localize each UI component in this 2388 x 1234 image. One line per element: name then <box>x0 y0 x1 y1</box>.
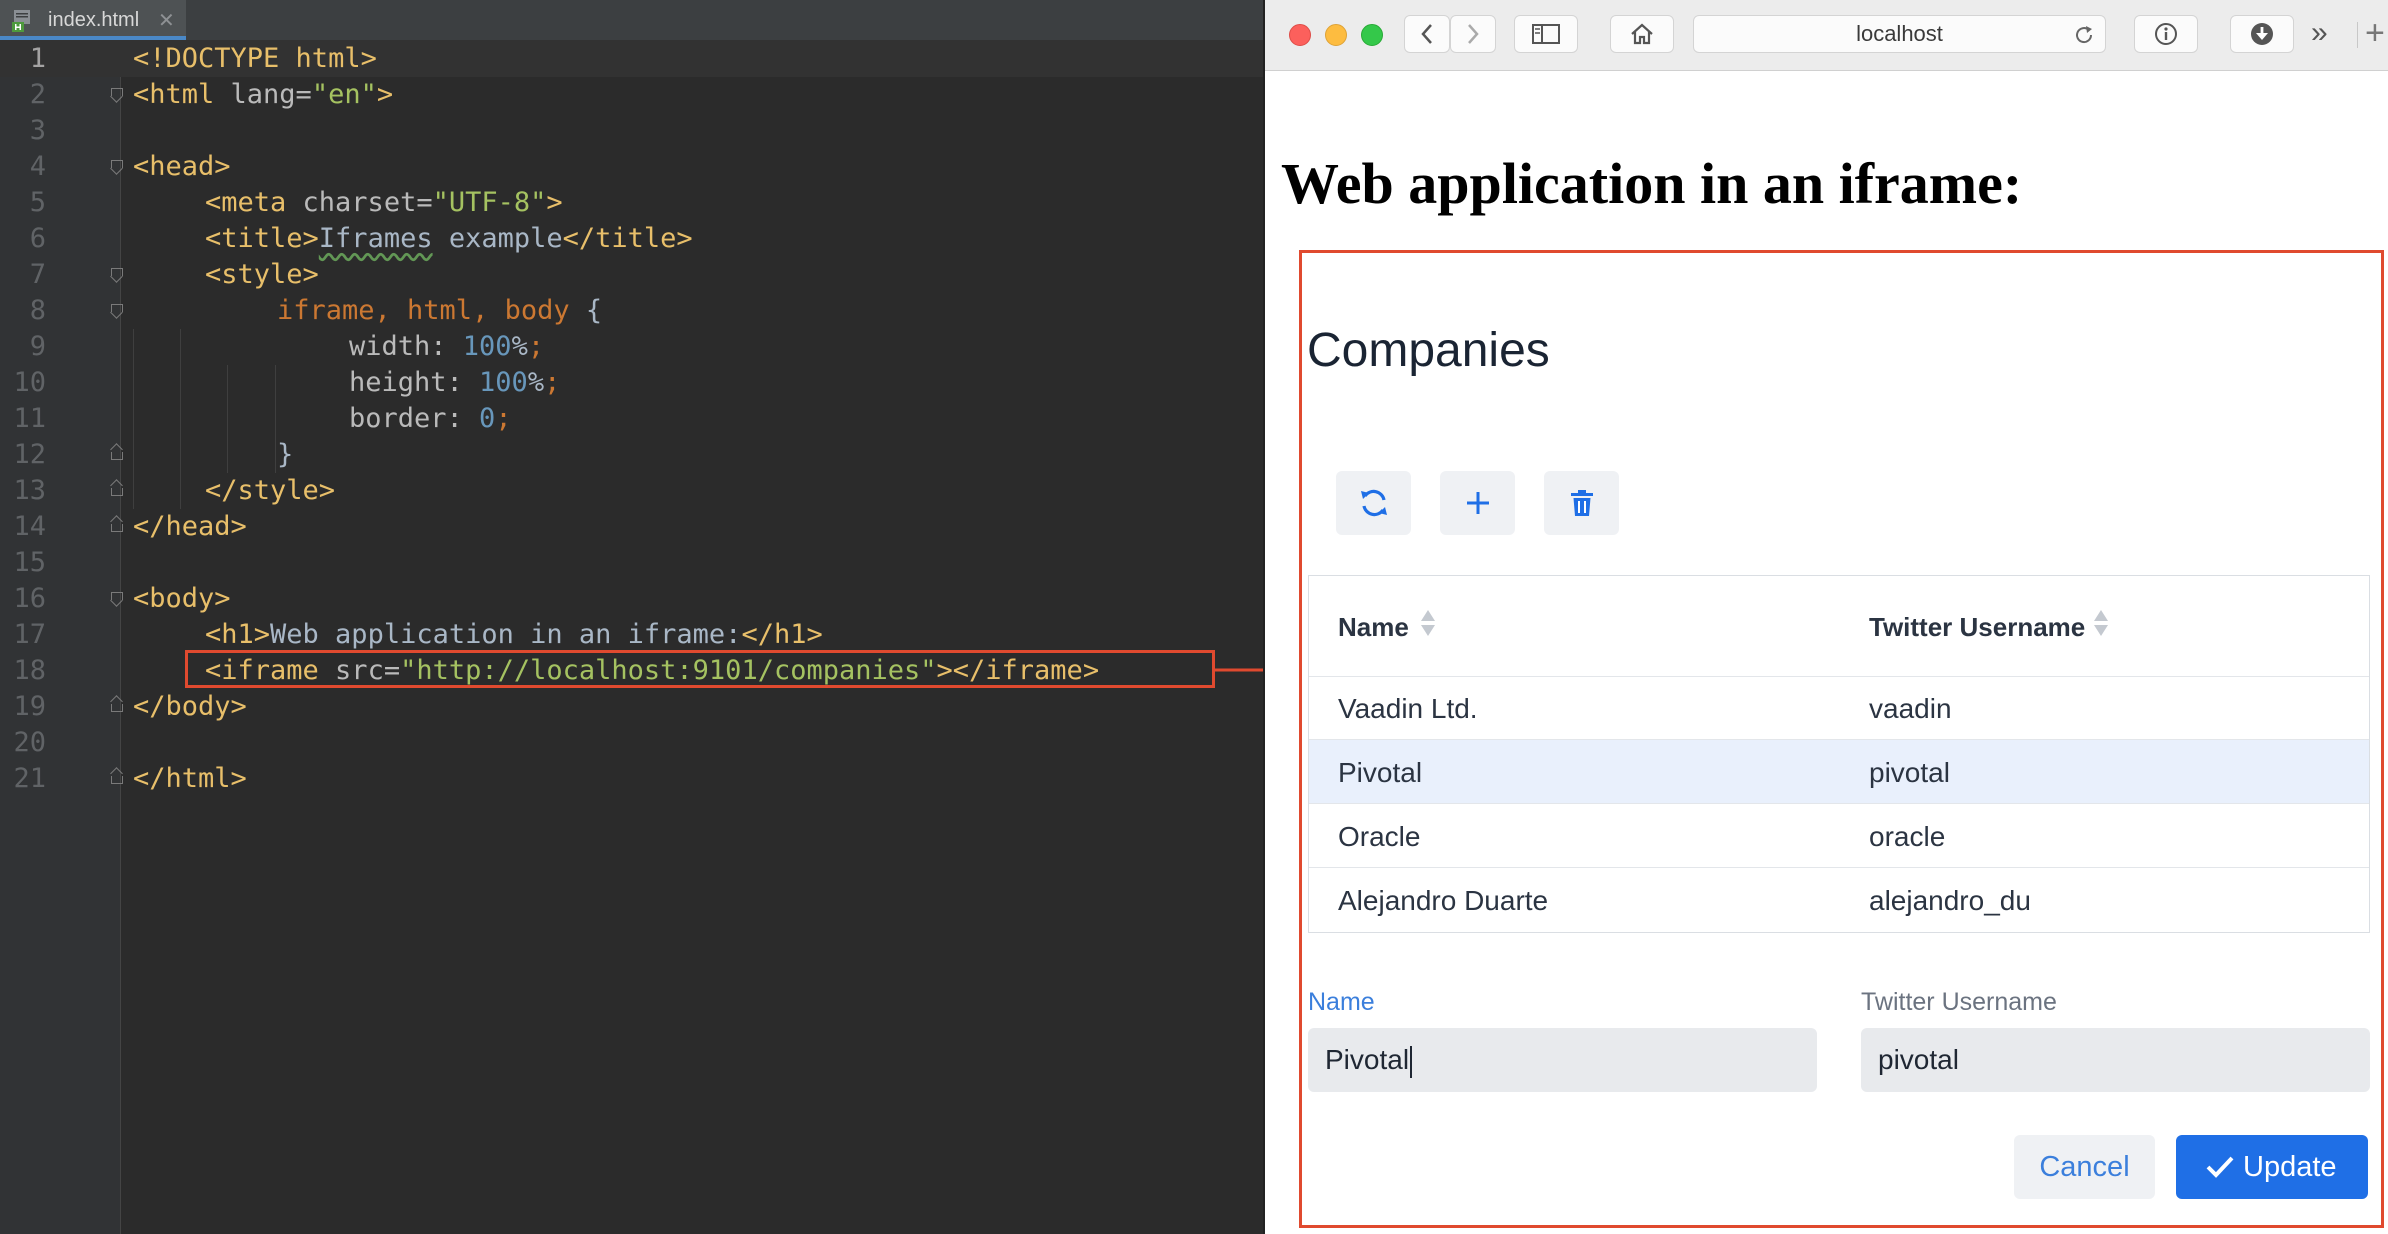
code-line: 6 <title>Iframes example</title> <box>29 223 693 254</box>
update-button-label: Update <box>2243 1151 2337 1183</box>
window-zoom-button[interactable] <box>1361 24 1383 46</box>
page-info-button[interactable] <box>2134 15 2198 53</box>
name-field-label: Name <box>1308 988 1375 1016</box>
code-line: 8 iframe, html, body { <box>29 295 603 326</box>
cell-twitter: pivotal <box>1869 757 1950 788</box>
refresh-icon <box>1360 489 1387 517</box>
code-line: 1 <!DOCTYPE html> <box>0 41 1263 77</box>
browser-window: localhost » + Web application in an ifra… <box>1263 0 2388 1234</box>
cell-twitter: alejandro_du <box>1869 885 2031 916</box>
table-row[interactable]: Pivotal pivotal <box>1309 740 2369 804</box>
chevron-right-icon <box>1468 24 1479 44</box>
sidebar-button[interactable] <box>1514 15 1578 53</box>
cell-name: Pivotal <box>1338 757 1423 788</box>
editor-tab-bar: index.html ✕ <box>0 0 1263 41</box>
trash-icon <box>1570 490 1593 516</box>
html-file-icon <box>12 10 30 32</box>
code-line: 16 <body> <box>13 583 231 614</box>
home-button[interactable] <box>1610 15 1674 53</box>
name-field-value: Pivotal <box>1325 1044 1410 1075</box>
new-tab-icon[interactable]: + <box>2365 14 2385 53</box>
downloads-button[interactable] <box>2230 15 2294 53</box>
fold-toggle-icon[interactable] <box>111 520 123 532</box>
sort-name-icon[interactable] <box>1421 610 1435 638</box>
plus-icon <box>1466 492 1489 514</box>
browser-toolbar: localhost » + <box>1265 0 2388 71</box>
twitter-field-value: pivotal <box>1878 1044 1959 1075</box>
sidebar-icon <box>1532 24 1560 44</box>
column-header-twitter[interactable]: Twitter Username <box>1869 612 2085 643</box>
table-row[interactable]: Vaadin Ltd. vaadin <box>1309 676 2369 740</box>
address-text: localhost <box>1856 21 1943 46</box>
table-row[interactable]: Alejandro Duarte alejandro_du <box>1309 868 2369 932</box>
fold-toggle-icon[interactable] <box>111 268 123 280</box>
address-bar[interactable]: localhost <box>1693 15 2106 53</box>
twitter-field-label: Twitter Username <box>1861 988 2057 1016</box>
code-line: 12 } <box>13 439 294 470</box>
code-line: 20 <box>13 727 46 758</box>
window-minimize-button[interactable] <box>1325 24 1347 46</box>
refresh-button[interactable] <box>1336 471 1411 535</box>
code-line: 7 <style> <box>29 259 319 290</box>
fold-toggle-icon[interactable] <box>111 592 123 604</box>
code-line: 17 <h1>Web application in an iframe:</h1… <box>13 619 823 650</box>
name-field[interactable]: Pivotal <box>1308 1028 1817 1092</box>
reload-icon[interactable] <box>2073 24 2095 46</box>
fold-toggle-icon[interactable] <box>111 160 123 172</box>
code-line: 21 </html> <box>13 763 247 794</box>
checkmark-icon <box>2206 1156 2234 1178</box>
code-line: 4 <head> <box>29 151 231 182</box>
code-line: 14 </head> <box>13 511 247 542</box>
code-line: 19 </body> <box>13 691 247 722</box>
code-line: 15 <box>13 547 46 578</box>
iframe-line-highlight-box <box>185 650 1215 688</box>
cancel-button[interactable]: Cancel <box>2014 1135 2155 1199</box>
download-icon <box>2251 23 2273 45</box>
code-line: 5 <meta charset="UTF-8"> <box>29 187 563 218</box>
table-row[interactable]: Oracle oracle <box>1309 804 2369 868</box>
close-tab-icon[interactable]: ✕ <box>158 8 175 33</box>
cell-name: Vaadin Ltd. <box>1338 693 1478 724</box>
code-line: 2 <html lang="en"> <box>29 79 394 110</box>
cell-twitter: vaadin <box>1869 693 1952 724</box>
code-line: 3 <box>29 115 46 146</box>
cell-name: Oracle <box>1338 821 1421 852</box>
fold-toggle-icon[interactable] <box>111 304 123 316</box>
info-icon <box>2155 23 2177 45</box>
code-line: 11 border: 0; <box>13 403 512 434</box>
cell-twitter: oracle <box>1869 821 1946 852</box>
window-close-button[interactable] <box>1289 24 1311 46</box>
editor-tab-index-html[interactable]: index.html ✕ <box>0 0 186 40</box>
page-heading: Web application in an iframe: <box>1281 151 2023 216</box>
sort-twitter-icon[interactable] <box>2094 610 2108 638</box>
fold-toggle-icon[interactable] <box>111 700 123 712</box>
twitter-username-field[interactable]: pivotal <box>1861 1028 2370 1092</box>
ide-editor: index.html ✕ 1 <!DOCTYPE html> 2 <html l… <box>0 0 1315 1234</box>
code-line: 13 </style> <box>13 475 336 506</box>
overflow-chevron-icon[interactable]: » <box>2311 16 2328 50</box>
companies-title: Companies <box>1307 324 1550 377</box>
back-button[interactable] <box>1404 15 1450 53</box>
text-caret <box>1410 1045 1413 1078</box>
forward-button[interactable] <box>1450 15 1496 53</box>
fold-toggle-icon[interactable] <box>111 88 123 100</box>
fold-toggle-icon[interactable] <box>111 448 123 460</box>
delete-button[interactable] <box>1544 471 1619 535</box>
companies-grid: Name Twitter Username Vaadin Ltd. vaadin… <box>1308 575 2370 933</box>
grid-header: Name Twitter Username <box>1309 576 2369 677</box>
chevron-left-icon <box>1421 24 1432 44</box>
editor-tab-label: index.html <box>48 9 140 31</box>
cell-name: Alejandro Duarte <box>1338 885 1549 916</box>
fold-toggle-icon[interactable] <box>111 484 123 496</box>
fold-toggle-icon[interactable] <box>111 772 123 784</box>
code-line: 10 height: 100%; <box>13 367 561 398</box>
code-line: 9 width: 100%; <box>29 331 545 362</box>
embedded-iframe[interactable]: Companies Name Twitter Username Vaadin L… <box>1299 250 2384 1228</box>
update-button[interactable]: Update <box>2176 1135 2368 1199</box>
home-icon <box>1631 23 1653 45</box>
add-button[interactable] <box>1440 471 1515 535</box>
column-header-name[interactable]: Name <box>1338 612 1409 643</box>
